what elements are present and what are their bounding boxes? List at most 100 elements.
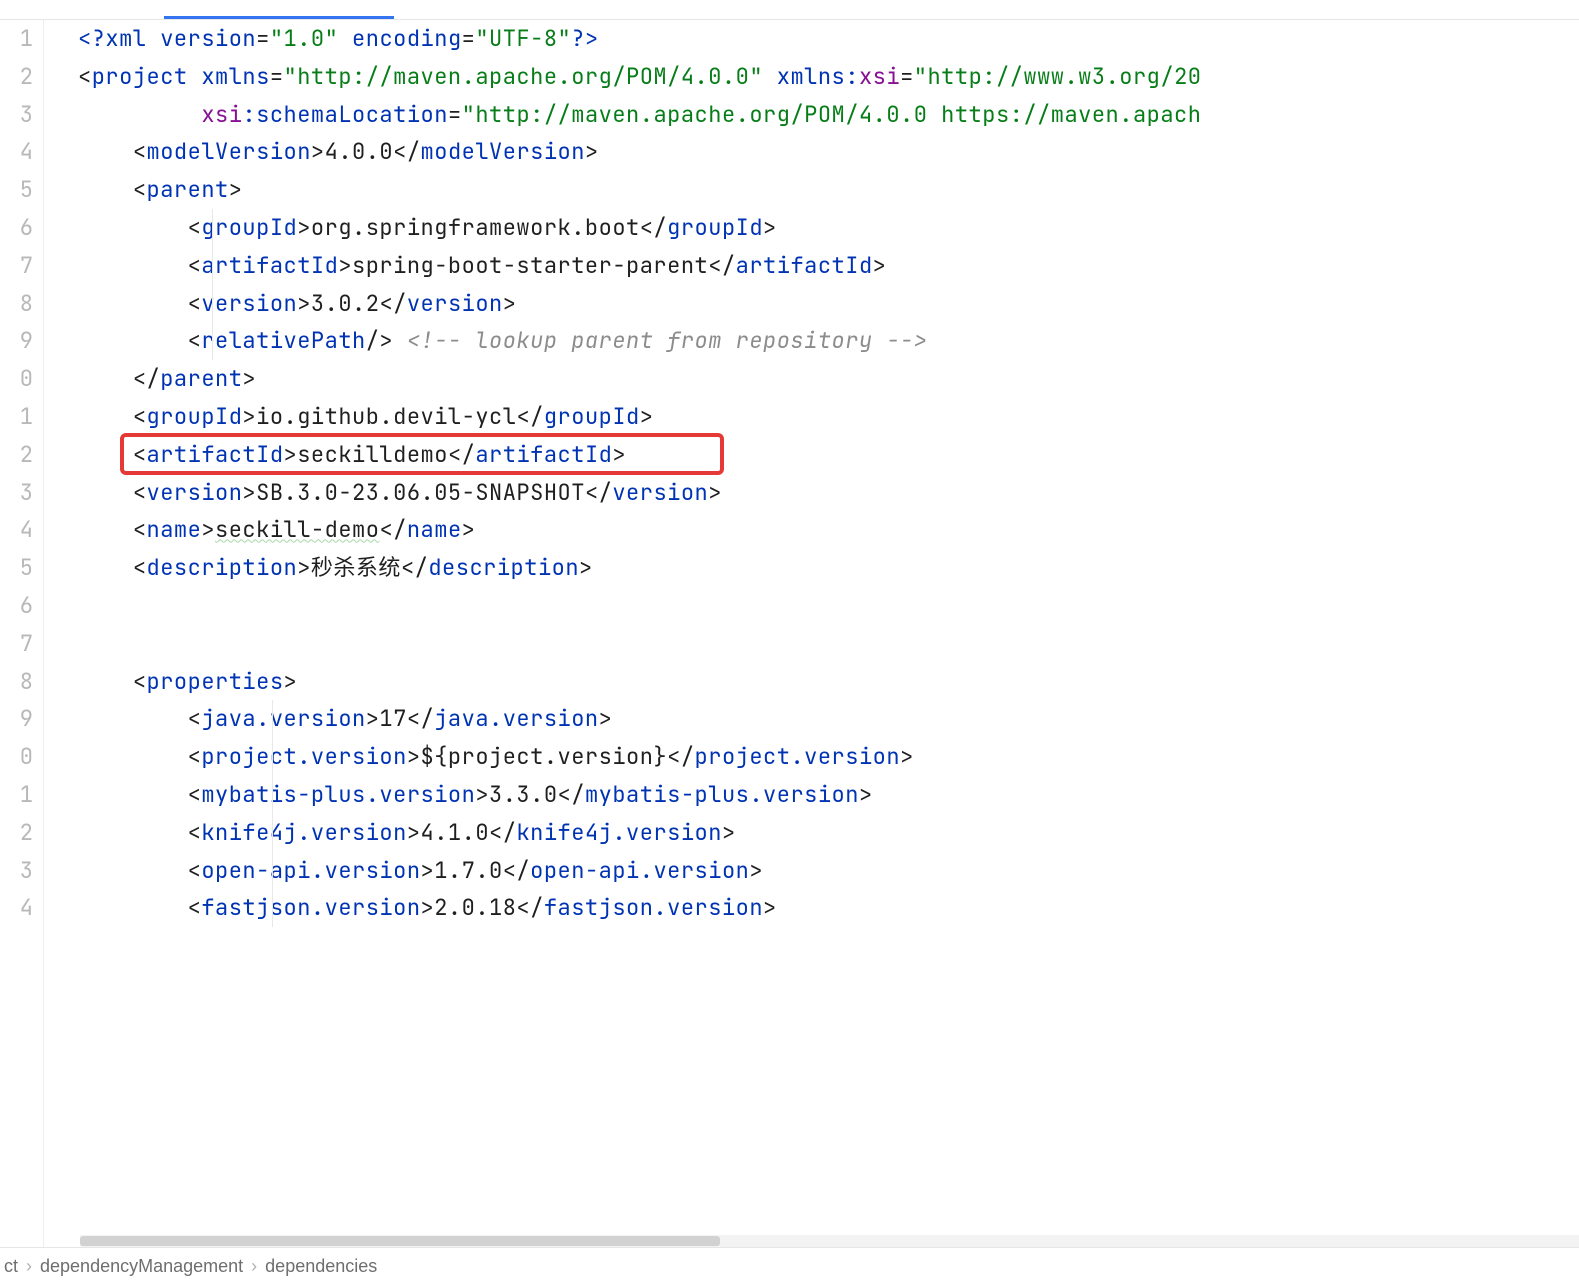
token: <: [133, 440, 147, 469]
token: >: [407, 742, 421, 771]
token: =: [900, 62, 914, 91]
token: "UTF-8": [475, 24, 571, 53]
token: >: [585, 137, 599, 166]
code-line[interactable]: <modelVersion>4.0.0</modelVersion>: [78, 133, 1579, 171]
code-line[interactable]: </parent>: [78, 360, 1579, 398]
token: org.springframework.boot: [311, 213, 640, 242]
breadcrumb[interactable]: ct › dependencyManagement › dependencies: [0, 1247, 1579, 1285]
token: >: [407, 818, 421, 847]
code-line[interactable]: <properties>: [78, 663, 1579, 701]
token: 4.1.0: [421, 818, 490, 847]
token: >: [366, 704, 380, 733]
code-lines[interactable]: <?xml version="1.0" encoding="UTF-8"?><p…: [44, 20, 1579, 927]
code-line[interactable]: <artifactId>spring-boot-starter-parent</…: [78, 247, 1579, 285]
token: </: [503, 856, 530, 885]
token: open-api.version: [201, 856, 420, 885]
line-number: 0: [0, 360, 33, 398]
token: <: [188, 704, 202, 733]
token: <: [188, 818, 202, 847]
token: <: [133, 515, 147, 544]
token: >: [763, 893, 777, 922]
token: <: [188, 251, 202, 280]
token: mybatis-plus.version: [201, 780, 475, 809]
token: xmlns: [201, 62, 270, 91]
token: version: [612, 478, 708, 507]
code-line[interactable]: <knife4j.version>4.1.0</knife4j.version>: [78, 814, 1579, 852]
token: xsi: [859, 62, 900, 91]
token: "http://maven.apache.org/POM/4.0.0 https…: [462, 100, 1202, 129]
code-line[interactable]: <groupId>org.springframework.boot</group…: [78, 209, 1579, 247]
code-line[interactable]: <?xml version="1.0" encoding="UTF-8"?>: [78, 20, 1579, 58]
token: </: [379, 289, 406, 318]
code-line[interactable]: xsi:schemaLocation="http://maven.apache.…: [78, 96, 1579, 134]
code-line[interactable]: <mybatis-plus.version>3.3.0</mybatis-plu…: [78, 776, 1579, 814]
code-line[interactable]: <artifactId>seckilldemo</artifactId>: [78, 436, 1579, 474]
token: project: [92, 62, 202, 91]
breadcrumb-seg[interactable]: ct: [4, 1256, 18, 1277]
token: <!-- lookup parent from repository -->: [407, 326, 928, 355]
token: open-api.version: [530, 856, 749, 885]
token: 3.3.0: [489, 780, 558, 809]
code-line[interactable]: <java.version>17</java.version>: [78, 700, 1579, 738]
token: encoding: [352, 24, 462, 53]
token: xmlns:: [777, 62, 859, 91]
token: seckill-demo: [215, 515, 379, 544]
token: groupId: [201, 213, 297, 242]
code-line[interactable]: <parent>: [78, 171, 1579, 209]
token: </: [640, 213, 667, 242]
token: >: [612, 440, 626, 469]
token: [78, 856, 188, 885]
code-line[interactable]: <relativePath/> <!-- lookup parent from …: [78, 322, 1579, 360]
token: >: [462, 515, 476, 544]
token: [78, 364, 133, 393]
token: parent: [147, 175, 229, 204]
code-area[interactable]: <?xml version="1.0" encoding="UTF-8"?><p…: [44, 20, 1579, 1247]
code-line[interactable]: [78, 625, 1579, 663]
breadcrumb-seg[interactable]: dependencyManagement: [40, 1256, 243, 1277]
code-line[interactable]: <version>3.0.2</version>: [78, 285, 1579, 323]
token: io.github.devil-ycl: [256, 402, 516, 431]
line-number: 7: [0, 247, 33, 285]
token: <: [188, 326, 202, 355]
line-number: 8: [0, 663, 33, 701]
token: modelVersion: [147, 137, 311, 166]
token: >: [297, 553, 311, 582]
token: >: [297, 213, 311, 242]
token: schemaLocation: [256, 100, 448, 129]
token: =: [270, 62, 284, 91]
token: [78, 893, 188, 922]
code-line[interactable]: <name>seckill-demo</name>: [78, 511, 1579, 549]
token: >: [900, 742, 914, 771]
token: 17: [379, 704, 406, 733]
code-line[interactable]: <description>秒杀系统</description>: [78, 549, 1579, 587]
token: project.version: [201, 742, 407, 771]
token: <: [133, 553, 147, 582]
code-line[interactable]: <groupId>io.github.devil-ycl</groupId>: [78, 398, 1579, 436]
code-line[interactable]: <project xmlns="http://maven.apache.org/…: [78, 58, 1579, 96]
token: xsi: [201, 100, 242, 129]
token: relativePath: [201, 326, 365, 355]
token: [763, 62, 777, 91]
token: [78, 704, 188, 733]
token: [78, 137, 133, 166]
token: <: [188, 742, 202, 771]
code-line[interactable]: <project.version>${project.version}</pro…: [78, 738, 1579, 776]
horizontal-scrollbar[interactable]: [80, 1235, 1579, 1247]
token: 2.0.18: [434, 893, 516, 922]
token: >: [599, 704, 613, 733]
token: version: [407, 289, 503, 318]
token: parent: [160, 364, 242, 393]
code-line[interactable]: <open-api.version>1.7.0</open-api.versio…: [78, 852, 1579, 890]
line-number: 8: [0, 285, 33, 323]
token: mybatis-plus.version: [585, 780, 859, 809]
token: <: [133, 402, 147, 431]
token: project.version: [695, 742, 901, 771]
scrollbar-thumb[interactable]: [80, 1236, 720, 1246]
line-number: 5: [0, 171, 33, 209]
token: </: [585, 478, 612, 507]
code-line[interactable]: <fastjson.version>2.0.18</fastjson.versi…: [78, 889, 1579, 927]
code-line[interactable]: <version>SB.3.0-23.06.05-SNAPSHOT</versi…: [78, 474, 1579, 512]
breadcrumb-seg[interactable]: dependencies: [265, 1256, 377, 1277]
token: [78, 326, 188, 355]
code-line[interactable]: [78, 587, 1579, 625]
